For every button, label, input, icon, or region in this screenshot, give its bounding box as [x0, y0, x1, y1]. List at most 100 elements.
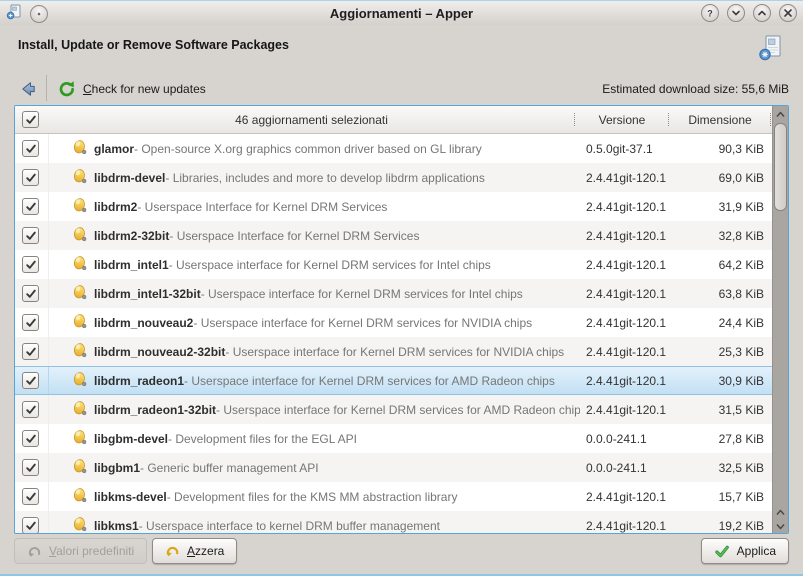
size-cell: 15,7 KiB [672, 490, 772, 504]
version-column-header[interactable]: Versione [576, 113, 668, 127]
close-button[interactable] [779, 4, 797, 22]
table-row[interactable]: libdrm_radeon1 - Userspace interface for… [15, 366, 772, 395]
size-cell: 24,4 KiB [672, 316, 772, 330]
package-icon [72, 226, 88, 245]
size-cell: 30,9 KiB [672, 374, 772, 388]
table-row[interactable]: libdrm2-32bit - Userspace Interface for … [15, 221, 772, 250]
version-cell: 0.5.0git-37.1 [580, 142, 672, 156]
apply-button[interactable]: Applica [701, 538, 789, 564]
row-checkbox[interactable] [22, 256, 39, 273]
row-checkbox[interactable] [22, 430, 39, 447]
table-row[interactable]: libdrm_intel1 - Userspace interface for … [15, 250, 772, 279]
package-name: libdrm_nouveau2-32bit [94, 345, 225, 359]
minimize-button[interactable] [727, 4, 745, 22]
row-checkbox[interactable] [22, 227, 39, 244]
size-cell: 31,9 KiB [672, 200, 772, 214]
defaults-button: Valori predefiniti [14, 538, 147, 564]
check-updates-button[interactable]: Check for new updates [58, 77, 206, 101]
scrollbar-thumb[interactable] [774, 123, 787, 211]
package-icon [72, 168, 88, 187]
row-checkbox[interactable] [22, 343, 39, 360]
row-checkbox[interactable] [22, 401, 39, 418]
pin-button[interactable] [30, 5, 48, 23]
row-checkbox[interactable] [22, 314, 39, 331]
size-cell: 90,3 KiB [672, 142, 772, 156]
table-row[interactable]: libkms1 - Userspace interface to kernel … [15, 511, 772, 533]
package-name: libdrm_radeon1 [94, 374, 184, 388]
package-summary: - Userspace interface for Kernel DRM ser… [216, 403, 580, 417]
version-cell: 2.4.41git-120.1 [580, 258, 672, 272]
selection-summary-header[interactable]: 46 aggiornamenti selezionati [49, 113, 574, 127]
table-row[interactable]: libdrm_radeon1-32bit - Userspace interfa… [15, 395, 772, 424]
version-cell: 2.4.41git-120.1 [580, 345, 672, 359]
updates-table: 46 aggiornamenti selezionati Versione Di… [14, 105, 789, 534]
check-updates-label: Check for new updates [83, 82, 206, 96]
version-cell: 2.4.41git-120.1 [580, 316, 672, 330]
maximize-button[interactable] [753, 4, 771, 22]
table-row[interactable]: libgbm1 - Generic buffer management API … [15, 453, 772, 482]
package-summary: - Userspace interface for Kernel DRM ser… [201, 287, 523, 301]
package-name: glamor [94, 142, 134, 156]
scroll-up-button[interactable] [773, 107, 788, 121]
package-name: libgbm1 [94, 461, 140, 475]
row-checkbox[interactable] [22, 517, 39, 533]
package-icon [72, 429, 88, 448]
titlebar[interactable]: Aggiornamenti – Apper ? [0, 1, 803, 25]
row-checkbox[interactable] [22, 285, 39, 302]
package-name: libgbm-devel [94, 432, 168, 446]
table-row[interactable]: libdrm_intel1-32bit - Userspace interfac… [15, 279, 772, 308]
version-cell: 0.0.0-241.1 [580, 432, 672, 446]
package-summary: - Userspace interface to kernel DRM buff… [139, 519, 440, 533]
row-checkbox[interactable] [22, 198, 39, 215]
package-icon [72, 371, 88, 390]
estimated-download-size: Estimated download size: 55,6 MiB [602, 82, 789, 96]
package-name: libkms-devel [94, 490, 167, 504]
row-checkbox[interactable] [22, 488, 39, 505]
package-icon [72, 197, 88, 216]
row-checkbox[interactable] [22, 372, 39, 389]
size-cell: 69,0 KiB [672, 171, 772, 185]
row-checkbox[interactable] [22, 140, 39, 157]
package-icon [72, 284, 88, 303]
row-checkbox[interactable] [22, 169, 39, 186]
package-summary: - Userspace Interface for Kernel DRM Ser… [169, 229, 419, 243]
package-summary: - Userspace Interface for Kernel DRM Ser… [137, 200, 387, 214]
size-column-header[interactable]: Dimensione [670, 113, 770, 127]
help-button[interactable]: ? [701, 4, 719, 22]
back-button[interactable] [16, 77, 40, 101]
table-row[interactable]: libdrm-devel - Libraries, includes and m… [15, 163, 772, 192]
table-row[interactable]: glamor - Open-source X.org graphics comm… [15, 134, 772, 163]
size-cell: 27,8 KiB [672, 432, 772, 446]
size-cell: 64,2 KiB [672, 258, 772, 272]
package-summary: - Open-source X.org graphics common driv… [134, 142, 482, 156]
table-header[interactable]: 46 aggiornamenti selezionati Versione Di… [15, 106, 772, 134]
reset-label: Azzera [187, 544, 224, 558]
toolbar: Check for new updates Estimated download… [0, 71, 803, 105]
package-name: libdrm_radeon1-32bit [94, 403, 216, 417]
table-row[interactable]: libdrm_nouveau2 - Userspace interface fo… [15, 308, 772, 337]
checkmark-icon [714, 544, 730, 559]
apply-label: Applica [737, 544, 776, 558]
package-summary: - Development files for the KMS MM abstr… [167, 490, 458, 504]
scroll-down-button[interactable] [773, 519, 788, 533]
package-name: libdrm2 [94, 200, 137, 214]
package-summary: - Userspace interface for Kernel DRM ser… [193, 316, 532, 330]
package-name: libdrm-devel [94, 171, 165, 185]
package-summary: - Development files for the EGL API [168, 432, 357, 446]
table-row[interactable]: libkms-devel - Development files for the… [15, 482, 772, 511]
package-icon [72, 516, 88, 533]
table-row[interactable]: libdrm2 - Userspace Interface for Kernel… [15, 192, 772, 221]
table-row[interactable]: libgbm-devel - Development files for the… [15, 424, 772, 453]
select-all-checkbox[interactable] [22, 111, 39, 128]
package-name: libdrm2-32bit [94, 229, 169, 243]
vertical-scrollbar[interactable] [772, 106, 788, 533]
version-cell: 2.4.41git-120.1 [580, 287, 672, 301]
package-icon [72, 255, 88, 274]
table-row[interactable]: libdrm_nouveau2-32bit - Userspace interf… [15, 337, 772, 366]
row-checkbox[interactable] [22, 459, 39, 476]
size-cell: 19,2 KiB [672, 519, 772, 533]
scroll-up-button-bottom[interactable] [773, 505, 788, 519]
reset-button[interactable]: Azzera [152, 538, 237, 564]
package-summary: - Libraries, includes and more to develo… [165, 171, 485, 185]
package-icon [72, 342, 88, 361]
